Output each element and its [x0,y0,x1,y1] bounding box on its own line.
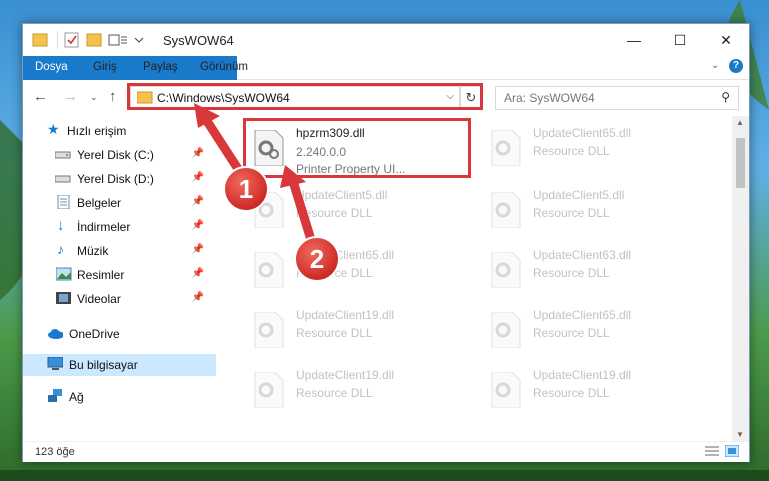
arrow-to-file [287,173,317,248]
arrow-to-address-bar [200,113,245,177]
step-2-label: 2 [309,244,325,274]
tutorial-annotations [194,103,340,282]
step-1-label: 1 [238,174,254,204]
